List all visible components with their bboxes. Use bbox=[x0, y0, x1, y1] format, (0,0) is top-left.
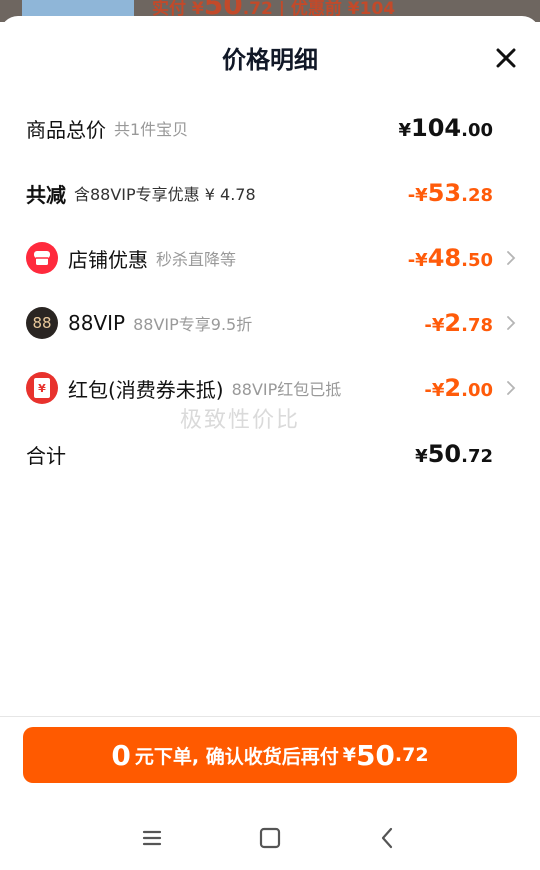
row-note: 秒杀直降等 bbox=[156, 250, 237, 269]
menu-icon[interactable] bbox=[138, 824, 166, 852]
row-amount: ¥104.00 bbox=[398, 114, 493, 142]
red-packet-icon: ¥ bbox=[26, 372, 58, 404]
row-amount: -¥ 53.28 bbox=[407, 179, 493, 207]
row-label: 共减 bbox=[26, 182, 66, 207]
close-icon[interactable] bbox=[494, 46, 518, 70]
row-note: 含88VIP专享优惠 ¥ 4.78 bbox=[74, 185, 256, 204]
row-note: 共1件宝贝 bbox=[114, 120, 189, 139]
row-amount: -¥ 48.50 bbox=[407, 244, 493, 272]
store-icon bbox=[26, 242, 58, 274]
88vip-icon: 88 bbox=[26, 307, 58, 339]
home-icon[interactable] bbox=[256, 824, 284, 852]
row-amount: -¥ 2.78 bbox=[424, 309, 493, 337]
system-navigation-bar bbox=[0, 810, 540, 866]
chevron-right-icon bbox=[507, 316, 516, 330]
row-amount: ¥50.72 bbox=[415, 440, 493, 468]
row-label: 店铺优惠 bbox=[68, 247, 148, 272]
divider bbox=[0, 716, 540, 717]
row-goods-total: 商品总价 共1件宝贝 ¥104.00 bbox=[26, 108, 518, 148]
row-note: 88VIP专享9.5折 bbox=[133, 315, 253, 334]
chevron-right-icon bbox=[507, 251, 516, 265]
chevron-right-icon bbox=[507, 381, 516, 395]
row-amount: -¥ 2.00 bbox=[424, 374, 493, 402]
back-icon[interactable] bbox=[374, 824, 402, 852]
row-label: 88VIP bbox=[68, 311, 126, 335]
row-total: 合计 ¥50.72 bbox=[26, 434, 518, 474]
row-label: 商品总价 bbox=[26, 117, 106, 142]
row-88vip[interactable]: 88 88VIP 88VIP专享9.5折 -¥ 2.78 bbox=[26, 303, 518, 343]
row-label: 合计 bbox=[26, 443, 66, 468]
pay-later-order-button[interactable]: 0 元下单, 确认收货后再付 ¥ 50 .72 bbox=[23, 727, 517, 783]
row-store-discount[interactable]: 店铺优惠 秒杀直降等 -¥ 48.50 bbox=[26, 238, 518, 278]
sheet-title: 价格明细 bbox=[222, 46, 318, 74]
row-total-discount: 共减 含88VIP专享优惠 ¥ 4.78 -¥ 53.28 bbox=[26, 173, 518, 213]
row-label: 红包(消费券未抵) bbox=[68, 377, 224, 402]
row-red-packet[interactable]: ¥ 红包(消费券未抵) 88VIP红包已抵 -¥ 2.00 bbox=[26, 368, 518, 408]
row-note: 88VIP红包已抵 bbox=[231, 380, 342, 399]
